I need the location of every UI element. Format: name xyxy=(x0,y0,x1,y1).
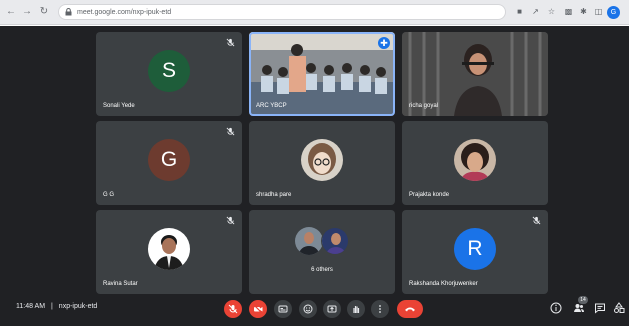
avatar xyxy=(454,139,496,181)
mic-off-icon xyxy=(226,38,235,47)
captions-button[interactable] xyxy=(274,300,292,318)
mic-off-icon xyxy=(228,304,238,314)
participant-tile[interactable]: richa goyal xyxy=(402,32,548,116)
avatar: S xyxy=(148,50,190,92)
activities-icon[interactable] xyxy=(613,302,625,314)
participant-tile[interactable]: ✚ ARC YBCP xyxy=(249,32,395,116)
emoji-icon xyxy=(303,304,313,314)
forward-icon[interactable]: → xyxy=(20,5,34,19)
participant-name: richa goyal xyxy=(409,103,439,109)
puzzle-icon[interactable]: ✱ xyxy=(578,6,589,17)
control-bar: 11:48 AM | nxp-ipuk-etd 14 xyxy=(0,294,629,326)
avatar xyxy=(301,139,343,181)
reload-icon[interactable]: ↻ xyxy=(37,5,51,19)
present-button[interactable] xyxy=(323,300,341,318)
participant-tile[interactable]: Prajakta konde xyxy=(402,121,548,205)
extension-icon[interactable]: ▩ xyxy=(563,6,574,17)
chat-icon[interactable] xyxy=(594,302,606,314)
share-icon[interactable]: ↗ xyxy=(530,6,541,17)
mic-toggle-button[interactable] xyxy=(224,300,242,318)
participant-tile[interactable]: R Rakshanda Khorjuwenker xyxy=(402,210,548,294)
info-icon[interactable] xyxy=(550,302,562,314)
lock-icon xyxy=(65,8,72,16)
participant-name: Ravina Sutar xyxy=(103,281,138,287)
more-options-button[interactable] xyxy=(371,300,389,318)
meeting-details: 11:48 AM | nxp-ipuk-etd xyxy=(16,303,97,310)
participant-tile-group[interactable]: 6 others xyxy=(249,210,395,294)
bookmark-star-icon[interactable]: ☆ xyxy=(546,6,557,17)
participant-name: shradha pare xyxy=(256,192,292,198)
captions-icon xyxy=(278,305,288,313)
url-text: meet.google.com/nxp-ipuk-etd xyxy=(77,9,172,16)
participant-tile[interactable]: S Sonali Yede xyxy=(96,32,242,116)
people-icon[interactable] xyxy=(573,302,585,314)
end-call-icon xyxy=(405,307,415,312)
present-icon xyxy=(327,305,337,313)
participant-name: G G xyxy=(103,192,115,198)
avatar: R xyxy=(454,228,496,270)
video-call-icon[interactable]: ■ xyxy=(514,6,525,17)
camera-off-icon xyxy=(253,304,263,314)
browser-toolbar: ← → ↻ meet.google.com/nxp-ipuk-etd ■ ↗ ☆… xyxy=(0,0,629,25)
sidebar-icon[interactable]: ◫ xyxy=(593,6,604,17)
back-icon[interactable]: ← xyxy=(4,5,18,19)
participant-name: Rakshanda Khorjuwenker xyxy=(409,281,478,287)
avatar xyxy=(148,228,190,270)
others-count-label: 6 others xyxy=(311,267,333,273)
participant-name: ARC YBCP xyxy=(256,103,287,109)
profile-avatar[interactable]: G xyxy=(607,6,620,19)
participant-name: Sonali Yede xyxy=(103,103,135,109)
clock-time: 11:48 AM xyxy=(16,303,46,310)
participant-name: Prajakta konde xyxy=(409,192,450,198)
meeting-code: nxp-ipuk-etd xyxy=(58,303,98,310)
more-vert-icon xyxy=(379,305,381,313)
camera-toggle-button[interactable] xyxy=(249,300,267,318)
end-call-button[interactable] xyxy=(397,300,423,318)
participant-tile[interactable]: Ravina Sutar xyxy=(96,210,242,294)
hand-icon xyxy=(353,306,360,313)
participant-tile[interactable]: shradha pare xyxy=(249,121,395,205)
mic-off-icon xyxy=(532,216,541,225)
mic-off-icon xyxy=(226,216,235,225)
meet-stage: S Sonali Yede ✚ ARC YBCP richa goyal G G… xyxy=(0,26,629,326)
raise-hand-button[interactable] xyxy=(347,300,365,318)
avatar xyxy=(295,227,323,255)
reactions-button[interactable] xyxy=(299,300,317,318)
avatar: G xyxy=(148,139,190,181)
divider: | xyxy=(51,303,53,310)
avatar xyxy=(321,227,349,255)
mic-off-icon xyxy=(226,127,235,136)
participant-tile[interactable]: G G G xyxy=(96,121,242,205)
address-bar[interactable]: meet.google.com/nxp-ipuk-etd xyxy=(58,4,506,20)
pin-icon[interactable]: ✚ xyxy=(378,37,390,49)
